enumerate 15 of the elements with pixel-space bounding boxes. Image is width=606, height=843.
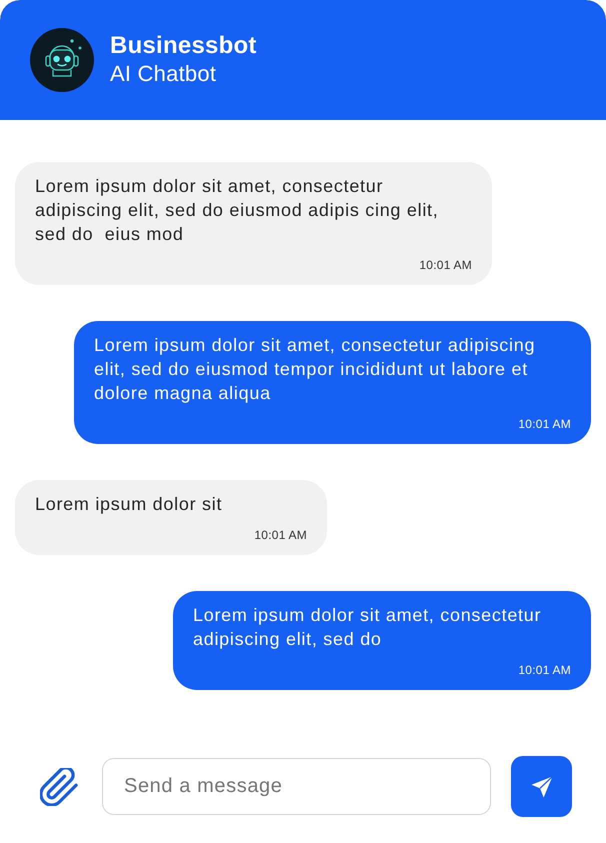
send-icon [530,776,552,798]
message-text: Lorem ipsum dolor sit amet, consectetur adipiscing elit, sed do eiusmod tempor incididunt ut labore et dolore magna aliqua [94,334,536,405]
paperclip-icon[interactable] [40,768,78,806]
message-text: Lorem ipsum dolor sit amet, consectetur adipiscing elit, sed do eiusmod adipis cing elit, sed do eius mod [35,175,440,246]
message-time: 10:01 AM [518,416,571,432]
bot-name: Businessbot [110,32,257,60]
message-text: Lorem ipsum dolor sit amet, consectetur adipiscing elit, sed do [193,604,542,651]
message-input[interactable]: Send a message [102,758,491,815]
message-time: 10:01 AM [518,662,571,678]
robot-avatar-icon [30,28,94,92]
message-time: 10:01 AM [419,257,472,273]
send-button[interactable] [511,756,572,817]
message-time: 10:01 AM [254,527,307,543]
bot-subtitle: AI Chatbot [110,60,218,88]
message-text: Lorem ipsum dolor sit [35,493,224,516]
